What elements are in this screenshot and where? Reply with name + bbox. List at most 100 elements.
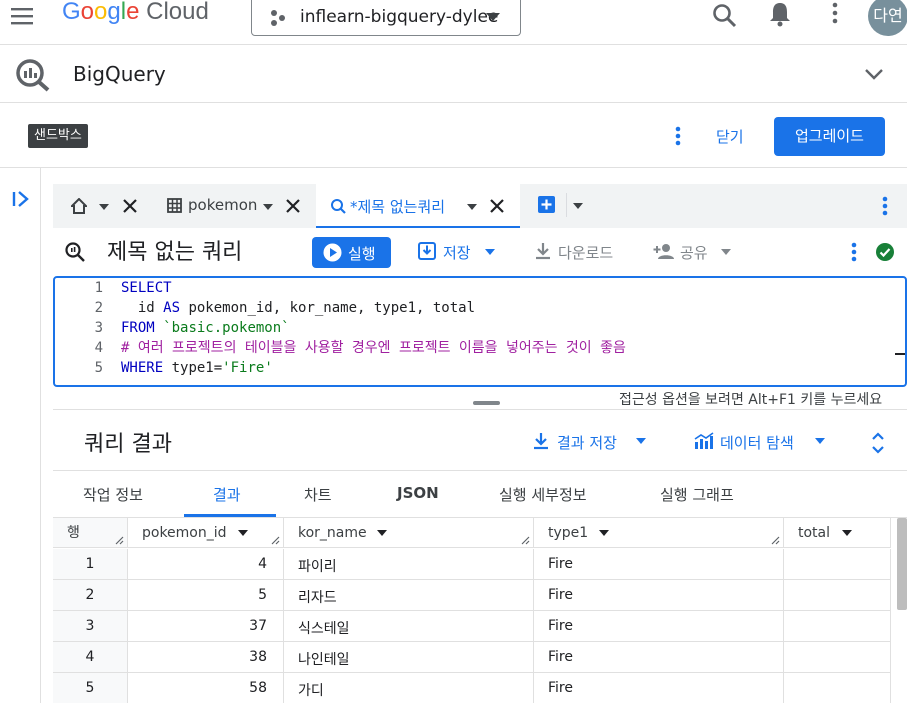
column-resize-icon[interactable] — [521, 536, 530, 545]
new-tab-menu-chevron-icon[interactable] — [573, 203, 583, 209]
cell-text: 37 — [249, 618, 267, 634]
tab-execution-graph[interactable]: 실행 그래프 — [660, 484, 734, 505]
cell-type1[interactable]: Fire — [534, 611, 784, 642]
explore-data-label: 데이터 탐색 — [720, 434, 794, 452]
more-vert-icon[interactable] — [831, 2, 839, 24]
cell-pokemon-id[interactable]: 37 — [128, 611, 284, 642]
row-number[interactable]: 3 — [53, 611, 128, 642]
sort-menu-icon[interactable] — [238, 530, 248, 536]
header-total[interactable]: total — [784, 518, 891, 548]
divider — [53, 470, 907, 471]
line-number: 5 — [94, 360, 103, 376]
sort-menu-icon[interactable] — [599, 530, 609, 536]
tabs-more-vert-icon[interactable] — [882, 196, 888, 216]
play-icon — [323, 243, 342, 262]
sql-editor[interactable]: 1 SELECT 2 id AS pokemon_id, kor_name, typ… — [53, 276, 907, 387]
close-icon[interactable] — [123, 199, 137, 213]
hamburger-menu-icon[interactable] — [10, 6, 34, 26]
collapse-chevron-icon[interactable] — [865, 69, 883, 80]
divider — [53, 409, 907, 410]
tab-execution-details[interactable]: 실행 세부정보 — [499, 484, 587, 505]
sandbox-more-vert-icon[interactable] — [675, 126, 681, 146]
code-token: type1= — [163, 360, 223, 376]
cell-kor-name[interactable]: 나인테일 — [284, 642, 534, 673]
header-kor-name[interactable]: kor_name — [284, 518, 534, 548]
tab-json[interactable]: JSON — [397, 484, 439, 502]
resize-handle[interactable] — [473, 401, 500, 405]
column-resize-icon[interactable] — [115, 536, 124, 545]
column-resize-icon[interactable] — [271, 536, 280, 545]
close-sandbox-button[interactable]: 닫기 — [716, 126, 744, 147]
cell-total[interactable] — [784, 549, 891, 580]
notifications-bell-icon[interactable] — [769, 1, 791, 27]
code-token: # 여러 프로젝트의 테이블을 사용할 경우엔 프로젝트 이름을 넣어주는 것이… — [121, 340, 626, 356]
cell-type1[interactable]: Fire — [534, 673, 784, 703]
editor-more-vert-icon[interactable] — [851, 242, 857, 262]
cell-text: Fire — [548, 649, 573, 665]
cell-type1[interactable]: Fire — [534, 580, 784, 611]
sort-menu-icon[interactable] — [842, 530, 852, 536]
cell-total[interactable] — [784, 580, 891, 611]
search-icon[interactable] — [712, 3, 738, 29]
tab-menu-chevron-icon[interactable] — [263, 204, 273, 210]
cell-total[interactable] — [784, 673, 891, 703]
tab-home[interactable] — [53, 184, 149, 228]
close-icon[interactable] — [490, 199, 504, 213]
row-number[interactable]: 1 — [53, 549, 128, 580]
cell-text: Fire — [548, 680, 573, 696]
table-icon — [167, 198, 182, 213]
project-selector[interactable]: inflearn-bigquery-dylee — [251, 0, 521, 36]
tab-pokemon[interactable]: pokemon — [153, 184, 313, 228]
row-number[interactable]: 2 — [53, 580, 128, 611]
row-number[interactable]: 4 — [53, 642, 128, 673]
tab-job-info[interactable]: 작업 정보 — [83, 484, 143, 505]
cell-type1[interactable]: Fire — [534, 549, 784, 580]
chevron-down-icon — [486, 13, 500, 21]
row-number[interactable]: 5 — [53, 673, 128, 703]
avatar[interactable]: 다연 — [868, 0, 907, 36]
expand-panel-icon[interactable] — [12, 190, 32, 208]
cell-text: 식스테일 — [298, 621, 350, 637]
cell-total[interactable] — [784, 611, 891, 642]
google-cloud-logo[interactable]: Google Cloud — [62, 0, 209, 26]
bigquery-logo-icon — [14, 58, 52, 92]
sort-menu-icon[interactable] — [377, 530, 387, 536]
cell-text: Fire — [548, 618, 573, 634]
vertical-scrollbar[interactable] — [897, 518, 907, 610]
tab-chart[interactable]: 차트 — [304, 484, 332, 505]
code-text: id AS pokemon_id, kor_name, type1, total — [121, 298, 475, 318]
cell-pokemon-id[interactable]: 5 — [128, 580, 284, 611]
query-icon — [65, 242, 85, 262]
cell-kor-name[interactable]: 가디 — [284, 673, 534, 703]
code-token: id — [121, 300, 164, 316]
run-button[interactable]: 실행 — [312, 237, 391, 268]
code-token: pokemon_id, kor_name, type1, total — [180, 300, 476, 316]
header-type1[interactable]: type1 — [534, 518, 784, 548]
cell-kor-name[interactable]: 식스테일 — [284, 611, 534, 642]
cell-text: 5 — [85, 680, 95, 696]
cell-type1[interactable]: Fire — [534, 642, 784, 673]
cell-kor-name[interactable]: 파이리 — [284, 549, 534, 580]
tab-results[interactable]: 결과 — [213, 484, 241, 505]
code-token: 'Fire' — [222, 360, 273, 376]
close-icon[interactable] — [286, 199, 300, 213]
new-query-plus-icon[interactable] — [538, 196, 555, 213]
cell-kor-name[interactable]: 리자드 — [284, 580, 534, 611]
code-text: FROM `basic.pokemon` — [121, 318, 290, 338]
cell-pokemon-id[interactable]: 58 — [128, 673, 284, 703]
validation-check-icon[interactable] — [876, 243, 894, 261]
upgrade-button[interactable]: 업그레이드 — [774, 117, 885, 156]
cell-text: 리자드 — [298, 590, 337, 606]
code-line: 1 SELECT — [55, 278, 905, 298]
cell-pokemon-id[interactable]: 38 — [128, 642, 284, 673]
header-pokemon-id[interactable]: pokemon_id — [128, 518, 284, 548]
column-resize-icon[interactable] — [771, 536, 780, 545]
tab-menu-chevron-icon[interactable] — [467, 204, 477, 210]
expand-collapse-icon[interactable] — [871, 432, 885, 454]
query-title: 제목 없는 쿼리 — [107, 240, 243, 265]
tab-menu-chevron-icon[interactable] — [99, 204, 109, 210]
cell-total[interactable] — [784, 642, 891, 673]
cell-text: 가디 — [298, 683, 324, 699]
cell-pokemon-id[interactable]: 4 — [128, 549, 284, 580]
tab-untitled-query[interactable]: *제목 없는쿼리 — [316, 184, 520, 228]
